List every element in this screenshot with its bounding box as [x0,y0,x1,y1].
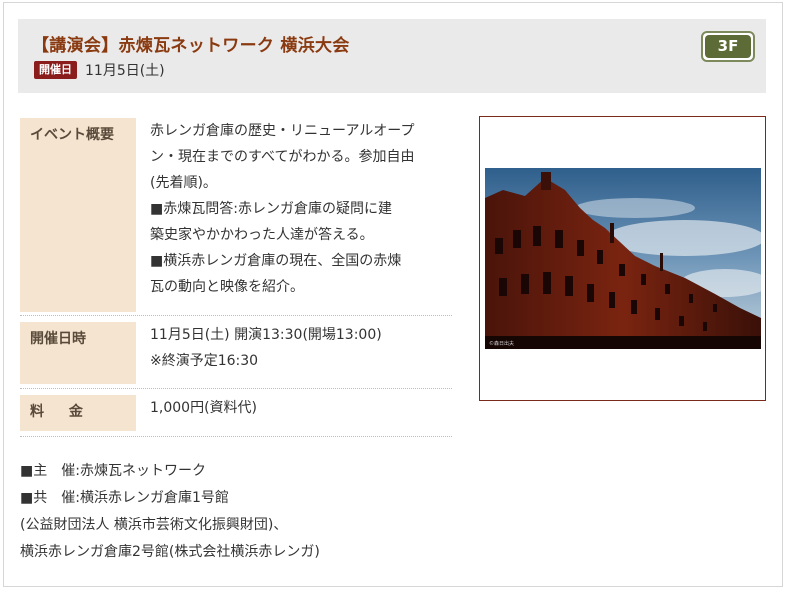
datetime-row: 開催日時 11月5日(土) 開演13:30(開場13:00) ※終演予定16:3… [20,316,452,389]
event-header: 【講演会】赤煉瓦ネットワーク 横浜大会 開催日 11月5日(土) 3F [18,19,766,93]
photo-credit: ©森日出夫 [489,340,514,347]
overview-line: ■赤煉瓦問答:赤レンガ倉庫の疑問に建 [150,201,392,217]
overview-row: イベント概要 赤レンガ倉庫の歴史・リニューアルオープ ン・現在までのすべてがわか… [20,112,452,316]
overview-line: 瓦の動向と映像を紹介。 [150,279,304,295]
overview-line: ン・現在までのすべてがわかる。参加自由 [150,149,415,165]
red-brick-warehouse-photo: ©森日出夫 [485,168,761,349]
datetime-label: 開催日時 [20,322,136,384]
event-date: 11月5日(土) [85,63,165,79]
event-photo-frame: ©森日出夫 [479,116,766,401]
sponsor-line: (公益財団法人 横浜市芸術文化振興財団)、 [20,517,288,533]
datetime-text: 11月5日(土) 開演13:30(開場13:00) ※終演予定16:30 [150,322,450,374]
sponsor-line: ■主 催:赤煉瓦ネットワーク [20,463,206,479]
sponsors-block: ■主 催:赤煉瓦ネットワーク ■共 催:横浜赤レンガ倉庫1号館 (公益財団法人 … [20,458,320,566]
sponsor-line: 横浜赤レンガ倉庫2号館(株式会社横浜赤レンガ) [20,544,320,560]
fee-label: 料 金 [20,395,136,431]
overview-line: 築史家やかかわった人達が答える。 [150,227,374,243]
event-info-table: イベント概要 赤レンガ倉庫の歴史・リニューアルオープ ン・現在までのすべてがわか… [20,112,452,437]
floor-badge: 3F [701,31,755,62]
event-date-row: 開催日 11月5日(土) [34,60,165,80]
overview-line: ■横浜赤レンガ倉庫の現在、全国の赤煉 [150,253,402,269]
floor-label: 3F [705,35,751,58]
event-title[interactable]: 【講演会】赤煉瓦ネットワーク 横浜大会 [32,31,350,56]
overview-text: 赤レンガ倉庫の歴史・リニューアルオープ ン・現在までのすべてがわかる。参加自由 … [150,118,450,300]
overview-label: イベント概要 [20,118,136,312]
datetime-line: 11月5日(土) 開演13:30(開場13:00) [150,327,382,343]
datetime-line: ※終演予定16:30 [150,353,259,369]
fee-text: 1,000円(資料代) [150,395,450,421]
date-badge: 開催日 [34,61,77,79]
fee-row: 料 金 1,000円(資料代) [20,389,452,437]
overview-line: 赤レンガ倉庫の歴史・リニューアルオープ [150,123,415,139]
overview-line: (先着順)。 [150,175,217,191]
sponsor-line: ■共 催:横浜赤レンガ倉庫1号館 [20,490,229,506]
fee-value: 1,000円(資料代) [150,400,258,416]
